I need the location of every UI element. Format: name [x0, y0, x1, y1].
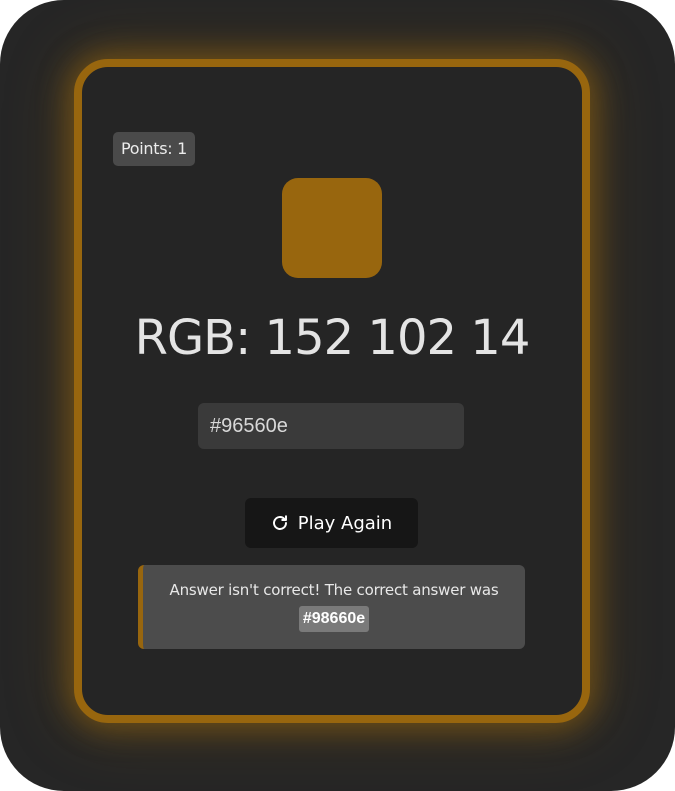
refresh-icon [271, 514, 289, 532]
correct-answer-code: #98660e [298, 606, 370, 632]
game-card: Points: 1 RGB: 152 102 14 Play Again Ans… [74, 59, 590, 723]
app-frame: Points: 1 RGB: 152 102 14 Play Again Ans… [0, 0, 675, 791]
rgb-prompt: RGB: 152 102 14 [134, 310, 531, 366]
points-badge: Points: 1 [113, 132, 196, 166]
result-message-box: Answer isn't correct! The correct answer… [138, 565, 525, 649]
play-again-button[interactable]: Play Again [245, 498, 418, 548]
color-swatch [282, 178, 382, 278]
result-message: Answer isn't correct! The correct answer… [169, 581, 499, 599]
hex-guess-input[interactable] [198, 403, 464, 449]
play-again-label: Play Again [297, 512, 393, 534]
